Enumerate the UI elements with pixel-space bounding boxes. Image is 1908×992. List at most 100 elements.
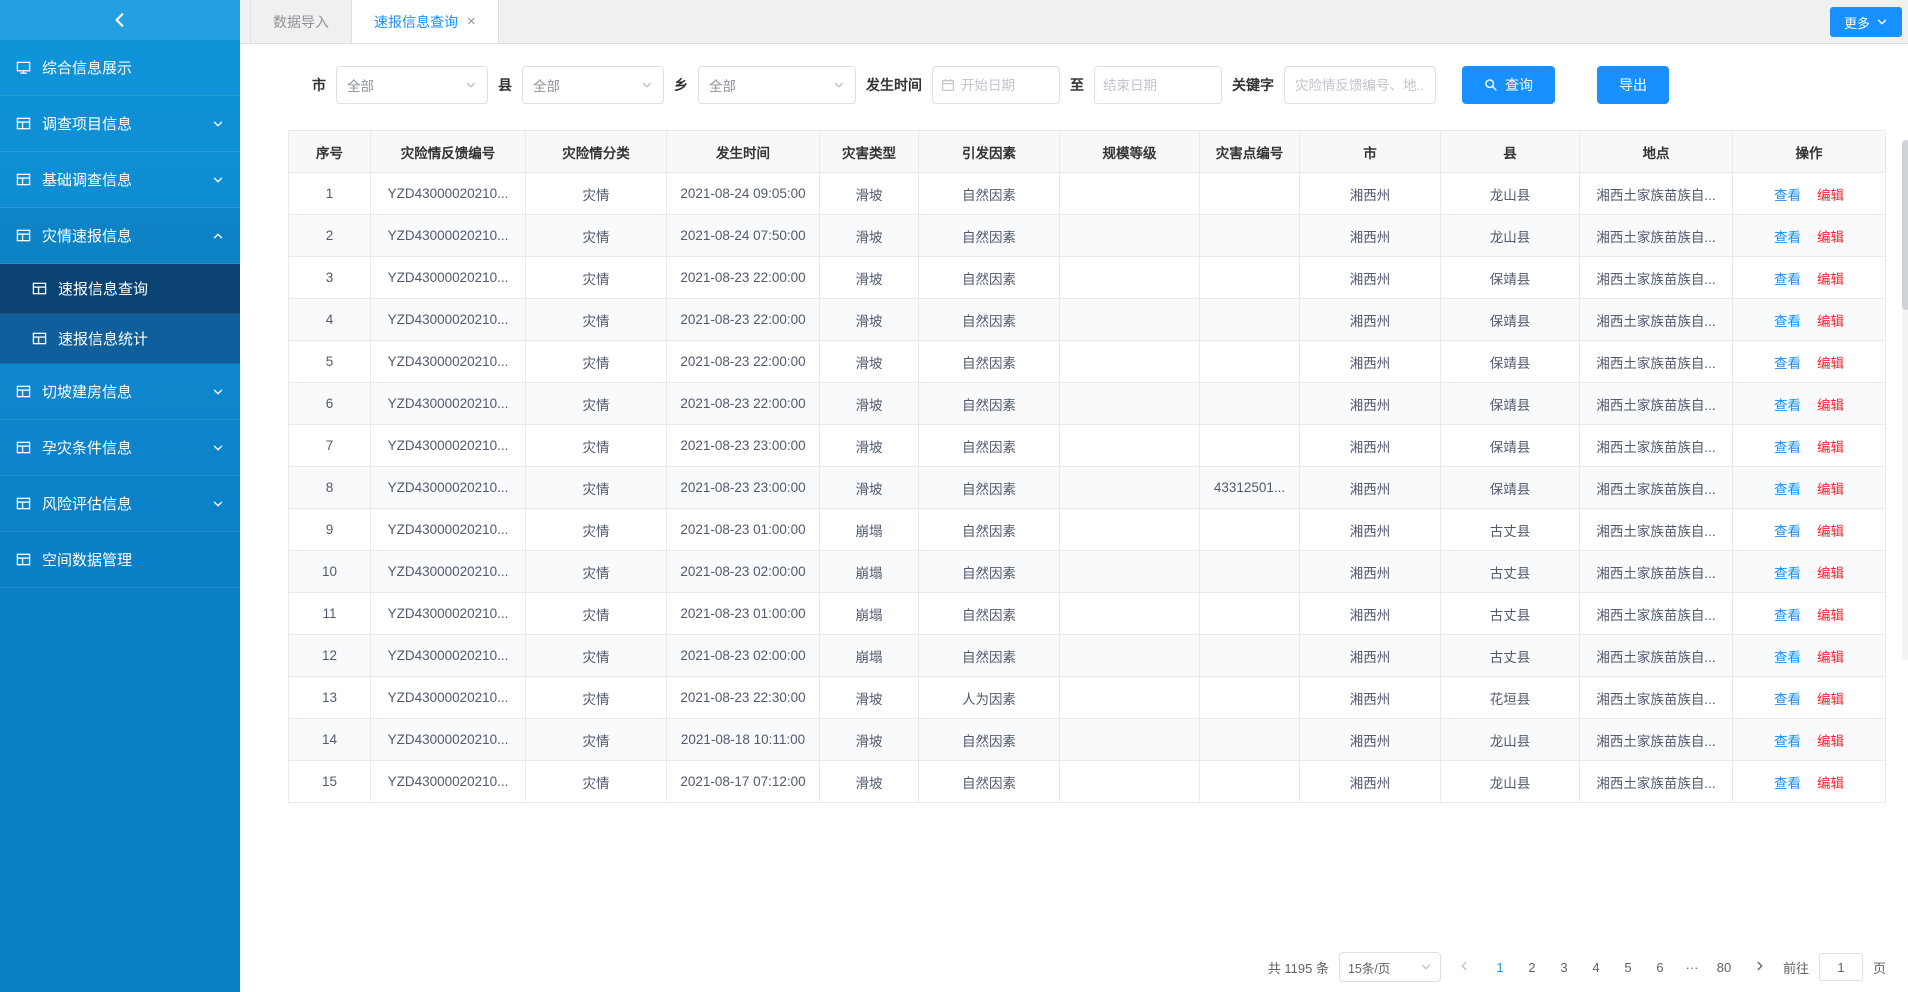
table-cell: 滑坡 (820, 299, 919, 341)
results-table: 序号灾险情反馈编号灾险情分类发生时间灾害类型引发因素规模等级灾害点编号市县地点操… (288, 130, 1886, 803)
city-select[interactable]: 全部 (336, 66, 488, 104)
scrollbar-thumb[interactable] (1902, 140, 1908, 310)
total-count: 共 1195 条 (1268, 958, 1329, 977)
sidebar-subitem-label: 速报信息查询 (58, 278, 148, 299)
view-link[interactable]: 查看 (1774, 188, 1801, 203)
edit-link[interactable]: 编辑 (1817, 356, 1844, 371)
edit-link[interactable]: 编辑 (1817, 776, 1844, 791)
view-link[interactable]: 查看 (1774, 398, 1801, 413)
tab-data-import[interactable]: 数据导入 (250, 0, 352, 43)
edit-link[interactable]: 编辑 (1817, 608, 1844, 623)
page-button-6[interactable]: 6 (1647, 953, 1673, 981)
table-cell: 崩塌 (820, 635, 919, 677)
sidebar-item-spatial-data[interactable]: 空间数据管理 (0, 532, 240, 588)
view-link[interactable]: 查看 (1774, 608, 1801, 623)
prev-page-button[interactable] (1451, 953, 1477, 981)
city-filter-label: 市 (312, 75, 326, 95)
close-tab-icon[interactable]: × (467, 14, 476, 29)
more-button[interactable]: 更多 (1830, 7, 1902, 37)
view-link[interactable]: 查看 (1774, 524, 1801, 539)
town-select[interactable]: 全部 (698, 66, 856, 104)
page-button-5[interactable]: 5 (1615, 953, 1641, 981)
view-link[interactable]: 查看 (1774, 356, 1801, 371)
table-cell: 2021-08-23 22:00:00 (667, 341, 820, 383)
view-link[interactable]: 查看 (1774, 482, 1801, 497)
search-button-label: 查询 (1505, 75, 1533, 95)
page-size-select[interactable]: 15条/页 (1339, 952, 1441, 982)
page-button-1[interactable]: 1 (1487, 953, 1513, 981)
goto-page-input[interactable] (1819, 953, 1863, 981)
view-link[interactable]: 查看 (1774, 440, 1801, 455)
county-select[interactable]: 全部 (522, 66, 664, 104)
tab-report-query[interactable]: 速报信息查询× (352, 0, 499, 43)
table-cell (1060, 509, 1200, 551)
export-button[interactable]: 导出 (1597, 66, 1669, 104)
page-button-80[interactable]: 80 (1711, 953, 1737, 981)
edit-link[interactable]: 编辑 (1817, 482, 1844, 497)
table-cell: YZD43000020210... (371, 257, 526, 299)
sidebar-item-risk-assessment[interactable]: 风险评估信息 (0, 476, 240, 532)
goto-suffix: 页 (1873, 958, 1886, 977)
keyword-input[interactable] (1284, 66, 1436, 104)
page-button-4[interactable]: 4 (1583, 953, 1609, 981)
table-cell (1060, 383, 1200, 425)
start-date-input[interactable] (932, 66, 1060, 104)
view-link[interactable]: 查看 (1774, 734, 1801, 749)
edit-link[interactable]: 编辑 (1817, 230, 1844, 245)
page-ellipsis[interactable]: ··· (1679, 953, 1705, 981)
table-cell (1060, 551, 1200, 593)
next-page-button[interactable] (1747, 953, 1773, 981)
sidebar-subitem-report-query[interactable]: 速报信息查询 (0, 264, 240, 314)
edit-link[interactable]: 编辑 (1817, 398, 1844, 413)
sidebar-item-overview[interactable]: 综合信息展示 (0, 40, 240, 96)
table-cell (1060, 593, 1200, 635)
table-cell: YZD43000020210... (371, 593, 526, 635)
end-date-input[interactable] (1094, 66, 1222, 104)
page-button-2[interactable]: 2 (1519, 953, 1545, 981)
table-cell: 湘西州 (1300, 761, 1441, 803)
sidebar-item-disaster-report[interactable]: 灾情速报信息 (0, 208, 240, 264)
table-row: 8YZD43000020210...灾情2021-08-23 23:00:00滑… (289, 467, 1886, 509)
end-date-field[interactable] (1103, 78, 1213, 93)
date-range-separator: 至 (1070, 75, 1084, 95)
table-row: 12YZD43000020210...灾情2021-08-23 02:00:00… (289, 635, 1886, 677)
table-cell (1200, 593, 1300, 635)
table-cell: YZD43000020210... (371, 719, 526, 761)
edit-link[interactable]: 编辑 (1817, 524, 1844, 539)
view-link[interactable]: 查看 (1774, 230, 1801, 245)
table-icon (16, 384, 31, 399)
page-button-3[interactable]: 3 (1551, 953, 1577, 981)
edit-link[interactable]: 编辑 (1817, 440, 1844, 455)
edit-link[interactable]: 编辑 (1817, 314, 1844, 329)
sidebar-item-slope-housing[interactable]: 切坡建房信息 (0, 364, 240, 420)
table-cell: 湘西州 (1300, 341, 1441, 383)
table-cell: 7 (289, 425, 371, 467)
table-cell (1200, 341, 1300, 383)
edit-link[interactable]: 编辑 (1817, 734, 1844, 749)
edit-link[interactable]: 编辑 (1817, 650, 1844, 665)
search-button[interactable]: 查询 (1462, 66, 1555, 104)
edit-link[interactable]: 编辑 (1817, 566, 1844, 581)
view-link[interactable]: 查看 (1774, 692, 1801, 707)
table-cell (1060, 173, 1200, 215)
edit-link[interactable]: 编辑 (1817, 188, 1844, 203)
view-link[interactable]: 查看 (1774, 314, 1801, 329)
view-link[interactable]: 查看 (1774, 776, 1801, 791)
column-header: 规模等级 (1060, 131, 1200, 173)
table-cell: 保靖县 (1441, 425, 1580, 467)
view-link[interactable]: 查看 (1774, 650, 1801, 665)
sidebar-item-hazard-condition[interactable]: 孕灾条件信息 (0, 420, 240, 476)
table-cell: 湘西土家族苗族自... (1580, 551, 1733, 593)
start-date-field[interactable] (961, 78, 1051, 93)
sidebar-collapse-button[interactable] (0, 0, 240, 40)
table-cell: 湘西州 (1300, 257, 1441, 299)
vertical-scrollbar[interactable] (1902, 140, 1908, 660)
edit-link[interactable]: 编辑 (1817, 692, 1844, 707)
view-link[interactable]: 查看 (1774, 566, 1801, 581)
edit-link[interactable]: 编辑 (1817, 272, 1844, 287)
sidebar-item-survey-project[interactable]: 调查项目信息 (0, 96, 240, 152)
sidebar-subitem-report-stats[interactable]: 速报信息统计 (0, 314, 240, 364)
sidebar-item-basic-survey[interactable]: 基础调查信息 (0, 152, 240, 208)
table-cell: YZD43000020210... (371, 341, 526, 383)
view-link[interactable]: 查看 (1774, 272, 1801, 287)
